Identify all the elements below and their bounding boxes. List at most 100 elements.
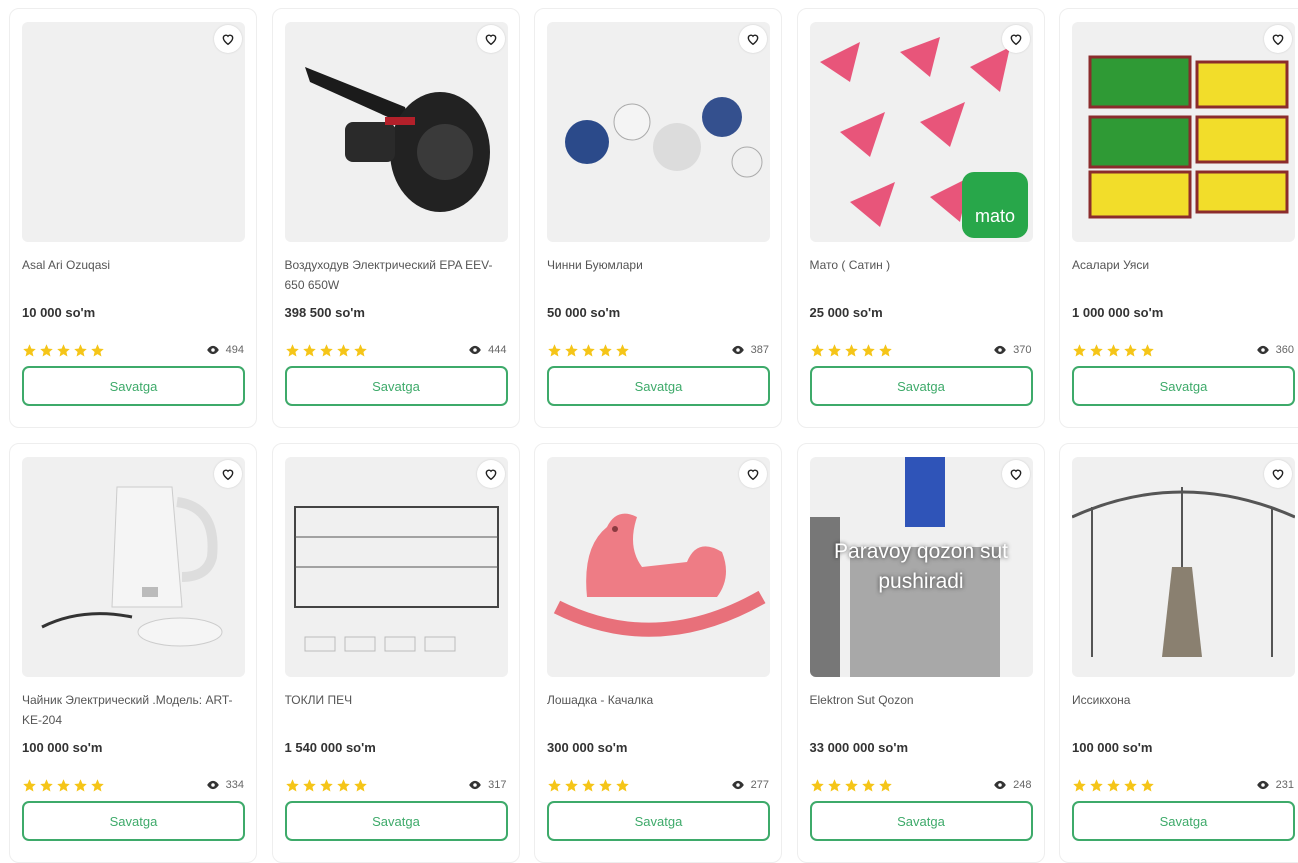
product-name[interactable]: Иссикхона bbox=[1072, 690, 1294, 730]
rating-stars bbox=[22, 778, 105, 793]
star-icon bbox=[319, 343, 333, 356]
star-icon bbox=[1073, 343, 1086, 356]
image-caption: Paravoy qozon sut pushiradi bbox=[834, 540, 1008, 593]
heart-icon bbox=[747, 34, 759, 46]
eye-icon bbox=[1256, 780, 1269, 790]
eye-icon bbox=[206, 345, 219, 355]
product-name[interactable]: Чайник Электрический .Модель: ART-KE-204 bbox=[22, 690, 244, 730]
star-icon bbox=[861, 778, 875, 791]
add-to-cart-button[interactable]: Savatga bbox=[547, 801, 770, 841]
product-image[interactable] bbox=[284, 22, 508, 242]
eye-icon bbox=[206, 780, 219, 790]
product-image[interactable] bbox=[1072, 22, 1295, 242]
product-price: 100 000 so'm bbox=[1072, 740, 1153, 755]
product-name[interactable]: Воздуходув Электрический EPA EEV-650 650… bbox=[285, 255, 507, 295]
star-icon bbox=[616, 343, 629, 356]
add-to-cart-button[interactable]: Savatga bbox=[22, 801, 245, 841]
product-card[interactable]: Paravoy qozon sut pushiradi Elektron Sut… bbox=[796, 443, 1045, 863]
star-icon bbox=[336, 778, 350, 791]
add-to-cart-button[interactable]: Savatga bbox=[547, 366, 770, 406]
add-to-cart-button[interactable]: Savatga bbox=[22, 366, 245, 406]
star-icon bbox=[1124, 343, 1137, 356]
product-image[interactable] bbox=[284, 457, 508, 677]
heart-icon bbox=[747, 469, 759, 481]
favorite-button[interactable] bbox=[476, 25, 505, 53]
view-count-value: 360 bbox=[1275, 344, 1294, 356]
product-price: 1 540 000 so'm bbox=[284, 740, 376, 755]
add-to-cart-button[interactable]: Savatga bbox=[284, 366, 508, 406]
product-name[interactable]: Лошадка - Качалка bbox=[547, 690, 769, 730]
add-to-cart-button[interactable]: Savatga bbox=[809, 801, 1033, 841]
product-image[interactable] bbox=[1072, 457, 1295, 677]
product-image[interactable]: mato bbox=[809, 22, 1033, 242]
favorite-button[interactable] bbox=[476, 460, 505, 488]
star-icon bbox=[302, 778, 316, 791]
product-card[interactable]: Чинни Буюмлари 50 000 so'm 387 Savatga bbox=[534, 8, 782, 428]
product-name[interactable]: Asal Ari Ozuqasi bbox=[22, 255, 244, 295]
view-count-value: 248 bbox=[1013, 779, 1032, 791]
product-card[interactable]: Чайник Электрический .Модель: ART-KE-204… bbox=[9, 443, 257, 863]
favorite-button[interactable] bbox=[739, 25, 767, 53]
star-icon bbox=[1107, 778, 1120, 791]
favorite-button[interactable] bbox=[1264, 460, 1292, 488]
product-card[interactable]: Лошадка - Качалка 300 000 so'm 277 Savat… bbox=[534, 443, 782, 863]
product-image[interactable] bbox=[547, 457, 770, 677]
star-icon bbox=[1107, 343, 1120, 356]
view-count-value: 494 bbox=[225, 344, 244, 356]
product-price: 300 000 so'm bbox=[547, 740, 628, 755]
product-name[interactable]: Мато ( Сатин ) bbox=[810, 255, 1032, 295]
star-icon bbox=[582, 343, 595, 356]
product-card[interactable]: Асалари Уяси 1 000 000 so'm 360 Savatga bbox=[1059, 8, 1298, 428]
star-icon bbox=[1141, 778, 1154, 791]
product-price: 10 000 so'm bbox=[22, 305, 96, 320]
greenhouse-illustration bbox=[1072, 487, 1295, 657]
favorite-button[interactable] bbox=[1001, 460, 1030, 488]
view-count-value: 444 bbox=[488, 344, 507, 356]
favorite-button[interactable] bbox=[1001, 25, 1030, 53]
rocking-horse-illustration bbox=[553, 513, 766, 637]
product-image[interactable]: Paravoy qozon sut pushiradi bbox=[809, 457, 1033, 677]
product-image[interactable] bbox=[547, 22, 770, 242]
star-icon bbox=[57, 778, 70, 791]
view-count: 387 bbox=[731, 344, 769, 356]
view-count: 277 bbox=[731, 779, 769, 791]
star-icon bbox=[861, 343, 875, 356]
product-card[interactable]: ТОКЛИ ПЕЧ 1 540 000 so'm 317 Savatga bbox=[271, 443, 520, 863]
star-icon bbox=[810, 778, 824, 791]
view-count: 231 bbox=[1256, 779, 1294, 791]
product-price: 398 500 so'm bbox=[284, 305, 365, 320]
star-icon bbox=[582, 778, 595, 791]
star-icon bbox=[74, 778, 87, 791]
product-card[interactable]: Asal Ari Ozuqasi 10 000 so'm 494 Savatga bbox=[9, 8, 257, 428]
rating-stars bbox=[1072, 778, 1155, 793]
star-icon bbox=[878, 343, 892, 356]
favorite-button[interactable] bbox=[214, 460, 242, 488]
star-icon bbox=[844, 778, 858, 791]
rating-stars bbox=[285, 343, 368, 358]
add-to-cart-button[interactable]: Savatga bbox=[809, 366, 1033, 406]
star-icon bbox=[23, 778, 36, 791]
product-grid: Asal Ari Ozuqasi 10 000 so'm 494 Savatga bbox=[9, 8, 1298, 863]
product-image[interactable] bbox=[22, 457, 245, 677]
rating-stars bbox=[810, 778, 893, 793]
product-name[interactable]: Elektron Sut Qozon bbox=[810, 690, 1032, 730]
view-count: 370 bbox=[993, 344, 1032, 356]
eye-icon bbox=[1256, 345, 1269, 355]
product-name[interactable]: ТОКЛИ ПЕЧ bbox=[285, 690, 507, 730]
product-name[interactable]: Асалари Уяси bbox=[1072, 255, 1294, 295]
add-to-cart-button[interactable]: Savatga bbox=[1072, 366, 1295, 406]
favorite-button[interactable] bbox=[1264, 25, 1292, 53]
favorite-button[interactable] bbox=[739, 460, 767, 488]
star-icon bbox=[599, 343, 612, 356]
favorite-button[interactable] bbox=[214, 25, 242, 53]
beehives-illustration bbox=[1088, 55, 1289, 219]
add-to-cart-button[interactable]: Savatga bbox=[1072, 801, 1295, 841]
add-to-cart-button[interactable]: Savatga bbox=[284, 801, 508, 841]
heart-icon bbox=[222, 469, 234, 481]
product-card[interactable]: Иссикхона 100 000 so'm 231 Savatga bbox=[1059, 443, 1298, 863]
rating-stars bbox=[285, 778, 368, 793]
product-card[interactable]: mato Мато ( Сатин ) 25 000 so'm 370 Sava… bbox=[796, 8, 1045, 428]
product-image[interactable] bbox=[22, 22, 245, 242]
product-card[interactable]: Воздуходув Электрический EPA EEV-650 650… bbox=[271, 8, 520, 428]
product-name[interactable]: Чинни Буюмлари bbox=[547, 255, 769, 295]
